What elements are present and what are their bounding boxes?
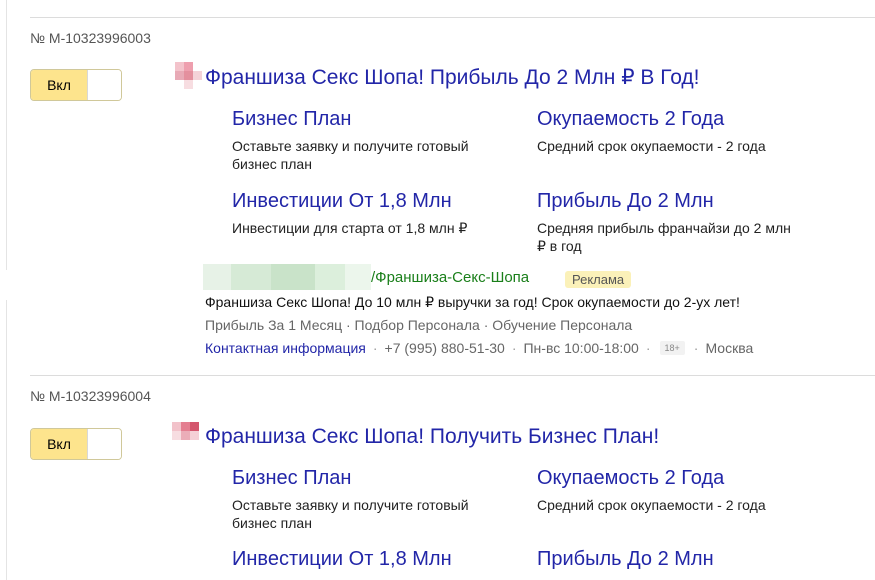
sitelink-description: Оставьте заявку и получите готовый бизне… xyxy=(232,138,469,172)
sitelink-title[interactable]: Окупаемость 2 Года xyxy=(537,108,724,131)
left-border xyxy=(6,300,7,580)
contact-row: Контактная информация · +7 (995) 880-51-… xyxy=(205,340,754,356)
favicon-icon xyxy=(172,422,200,448)
phone-number: +7 (995) 880-51-30 xyxy=(384,340,505,356)
sitelink-title[interactable]: Бизнес План xyxy=(232,467,351,490)
sitelink-title[interactable]: Прибыль До 2 Млн xyxy=(537,548,714,571)
age-badge: 18+ xyxy=(659,341,685,355)
sitelink-description: Инвестиции для старта от 1,8 млн ₽ xyxy=(232,220,468,236)
sitelink-description: Средний срок окупаемости - 2 года xyxy=(537,138,766,154)
ad-url-path[interactable]: /Франшиза-Секс-Шопа xyxy=(371,269,529,286)
sitelink-title[interactable]: Окупаемость 2 Года xyxy=(537,467,724,490)
ad-title-link[interactable]: Франшиза Секс Шопа! Прибыль До 2 Млн ₽ В… xyxy=(205,65,700,90)
ad-id-label: № М-10323996004 xyxy=(30,388,151,404)
city-label: Москва xyxy=(705,340,754,356)
sitelink-description: Оставьте заявку и получите готовый бизне… xyxy=(232,497,469,531)
toggle-knob xyxy=(87,429,121,459)
top-border xyxy=(30,17,875,18)
toggle-on-label: Вкл xyxy=(31,70,87,100)
sitelink-description: Средняя прибыль франчайзи до 2 млн ₽ в г… xyxy=(537,220,791,254)
sitelink-title[interactable]: Прибыль До 2 Млн xyxy=(537,190,714,213)
sitelink-title[interactable]: Инвестиции От 1,8 Млн xyxy=(232,190,452,213)
ad-body-text: Франшиза Секс Шопа! До 10 млн ₽ выручки … xyxy=(205,294,740,310)
toggle-knob xyxy=(87,70,121,100)
extra-sitelinks: Прибыль За 1 Месяц · Подбор Персонала · … xyxy=(205,317,633,333)
ad-badge: Реклама xyxy=(565,271,632,288)
ad-id-label: № М-10323996003 xyxy=(30,30,151,46)
toggle-on-label: Вкл xyxy=(31,429,87,459)
left-border xyxy=(6,0,7,270)
favicon-icon xyxy=(175,62,203,89)
sitelink-title[interactable]: Инвестиции От 1,8 Млн xyxy=(232,548,452,571)
contact-info-link[interactable]: Контактная информация xyxy=(205,340,366,356)
sitelink-description: Средний срок окупаемости - 2 года xyxy=(537,497,766,513)
blurred-domain xyxy=(203,264,371,290)
ad-toggle-switch[interactable]: Вкл xyxy=(30,69,122,101)
ad-title-link[interactable]: Франшиза Секс Шопа! Получить Бизнес План… xyxy=(205,425,659,449)
working-hours: Пн-вс 10:00-18:00 xyxy=(523,340,639,356)
ad-toggle-switch[interactable]: Вкл xyxy=(30,428,122,460)
ad-divider xyxy=(30,375,875,376)
sitelink-title[interactable]: Бизнес План xyxy=(232,108,351,131)
